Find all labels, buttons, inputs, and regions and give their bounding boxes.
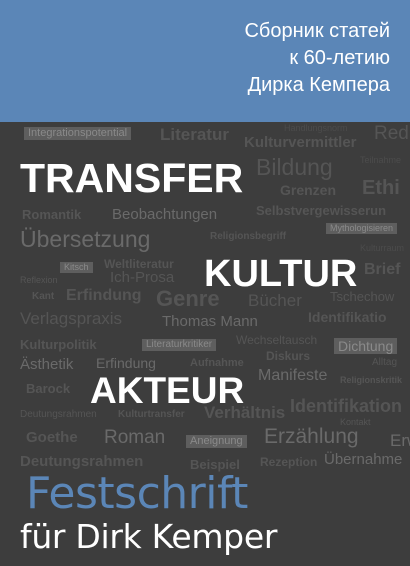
cloud-word: Reflexion — [20, 275, 58, 285]
cloud-word: Deutungsrahmen — [20, 409, 97, 420]
cloud-word: Identifikation — [290, 396, 402, 416]
cloud-word: Dichtung — [334, 338, 398, 354]
cloud-word: Übernahme — [324, 451, 403, 468]
cloud-word: Rezeption — [260, 455, 318, 469]
book-cover: Сборник статей к 60-летию Дирка Кемпера … — [0, 0, 410, 566]
cloud-word: Brief — [364, 261, 401, 278]
cloud-word: Thomas Mann — [162, 313, 258, 330]
cloud-word: Integrationspotential — [24, 127, 132, 140]
cloud-word: Bildung — [256, 154, 333, 180]
keyword-akteur: AKTEUR — [90, 370, 245, 411]
cloud-word: Wechseltausch — [236, 333, 318, 347]
cloud-word: Diskurs — [266, 349, 311, 363]
cloud-word: Kitsch — [60, 262, 93, 273]
cloud-word: Kant — [32, 291, 55, 302]
cloud-word: Kulturvermittler — [244, 134, 357, 151]
cloud-word: Erfindung — [96, 355, 156, 371]
keyword-transfer: TRANSFER — [20, 155, 244, 201]
cloud-word: Ästhetik — [20, 356, 74, 373]
cloud-word: Literaturkritiker — [142, 339, 217, 351]
subtitle-line-2: к 60-летию — [289, 47, 390, 69]
cloud-word: Handlungsnorm — [284, 123, 348, 133]
cloud-word: Romantik — [22, 207, 82, 222]
cloud-word: Erzählung — [264, 425, 359, 448]
cloud-word: Alltag — [372, 357, 398, 368]
keyword-kultur: KULTUR — [204, 253, 358, 295]
cloud-word: Mythologisieren — [326, 223, 398, 234]
cloud-word: Kulturtransfer — [118, 409, 185, 420]
cloud-word: Erfindung — [66, 287, 142, 304]
cloud-word: Ich-Prosa — [110, 269, 175, 286]
cloud-word: Selbstvergewisserun — [256, 203, 387, 218]
cloud-word: Manifeste — [258, 367, 328, 384]
festschrift-label: Festschrift — [26, 468, 248, 519]
cloud-word: Aufnahme — [190, 357, 244, 369]
cloud-word: Erwe — [390, 431, 410, 450]
cloud-word: Aneignung — [186, 435, 247, 448]
cloud-word: Literatur — [160, 125, 229, 144]
cloud-word: Kulturraum — [360, 243, 405, 253]
cloud-word: Deutungsrahmen — [20, 453, 144, 470]
subtitle-line-3: Дирка Кемпера — [247, 74, 390, 96]
cloud-word: Übersetzung — [20, 226, 151, 252]
cover-subtitle: Сборник статей к 60-летию Дирка Кемпера — [244, 18, 390, 99]
cover-top-band: Сборник статей к 60-летию Дирка Кемпера — [0, 0, 410, 122]
cloud-word: Religionskritik — [340, 375, 403, 385]
cloud-word: Teilnahme — [360, 155, 402, 165]
cloud-word: Red — [374, 123, 409, 144]
cloud-word: Goethe — [26, 429, 78, 446]
cloud-word: Verlagspraxis — [20, 309, 123, 328]
cloud-word: Identifikatio — [308, 309, 387, 325]
cloud-word: Grenzen — [280, 182, 337, 198]
dedication-name: für Dirk Kemper — [20, 517, 278, 556]
cloud-word: Kulturpolitik — [20, 337, 97, 352]
cloud-word: Beobachtungen — [112, 206, 218, 223]
cloud-word: Ethi — [362, 177, 400, 199]
cloud-word: Barock — [26, 381, 71, 396]
subtitle-line-1: Сборник статей — [244, 20, 390, 42]
cloud-word: Roman — [104, 427, 166, 448]
cloud-word: Religionsbegriff — [210, 231, 287, 242]
